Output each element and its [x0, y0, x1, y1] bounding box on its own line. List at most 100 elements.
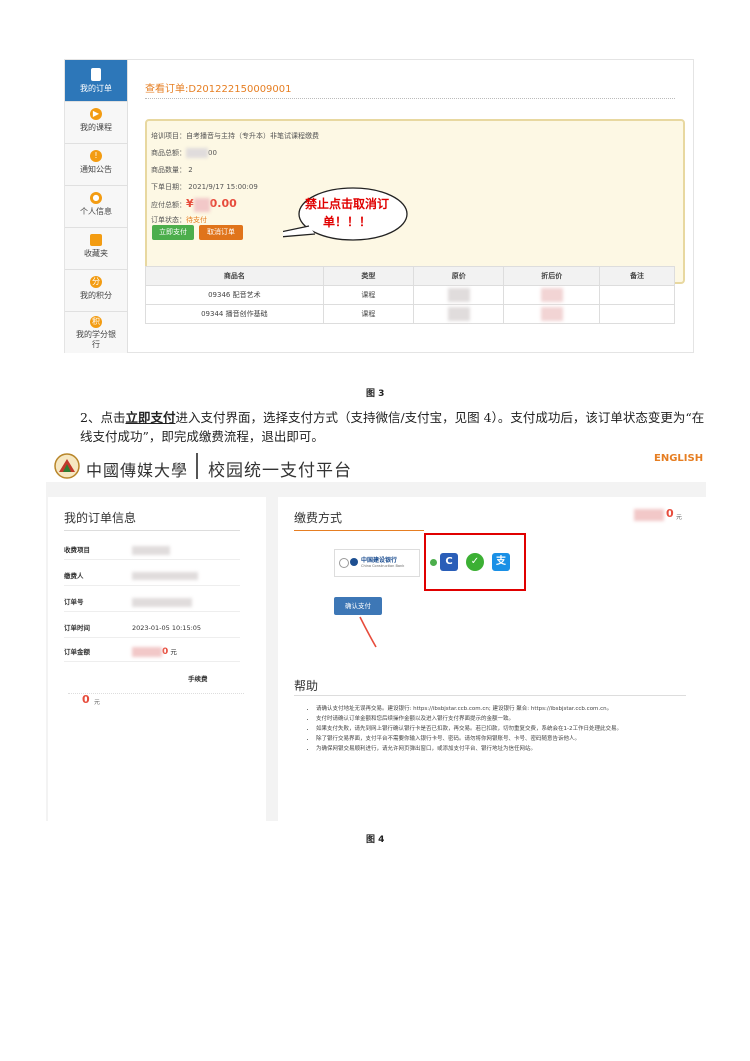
goods-total: 商品总额： 00: [151, 148, 217, 158]
instruction-paragraph: 2、点击立即支付进入支付界面，选择支付方式（支持微信/支付宝，见图 4）。支付成…: [80, 408, 710, 446]
redacted-value: [132, 545, 170, 555]
ccb-bank-option[interactable]: 中国建设银行 China Construction Bank: [334, 549, 420, 577]
sidebar-item-label: 我的积分: [80, 291, 112, 300]
arrow-pointer-icon: [359, 616, 377, 648]
help-title: 帮助: [294, 679, 319, 693]
ccb-logo-icon: [350, 558, 358, 566]
sidebar: 我的订单 ▶ 我的课程 ! 通知公告 ● 个人信息 收藏夹 分 我的积分 积 我…: [65, 60, 128, 353]
redacted-value: [186, 148, 208, 158]
payment-method-title: 缴费方式: [294, 511, 343, 525]
redacted-value: [540, 288, 563, 302]
order-title: 查看订单:D201222150009001: [145, 84, 292, 95]
row-label: 缴费人: [64, 572, 84, 580]
column-header: 类型: [322, 266, 415, 286]
cancel-order-button[interactable]: 取消订单: [199, 225, 243, 240]
cell-note: [598, 304, 676, 324]
cell-note: [598, 285, 676, 305]
column-header: 原价: [413, 266, 505, 286]
divider: [68, 693, 244, 694]
document-icon: [91, 68, 101, 81]
redacted-value: [193, 198, 210, 212]
paragraph-start: 2、点击: [80, 410, 126, 425]
sidebar-item-label: 我的学分银行: [76, 330, 116, 349]
warning-callout-text: 禁止点击取消订单！！！: [305, 197, 390, 229]
fee-unit: 元: [94, 699, 101, 706]
alert-circle-icon: !: [90, 150, 102, 162]
user-circle-icon: ●: [90, 192, 102, 204]
payment-header: 中國傳媒大學 校园统一支付平台 ENGLISH: [46, 449, 706, 482]
radio-icon: [339, 558, 349, 568]
figure-3-screenshot: 我的订单 ▶ 我的课程 ! 通知公告 ● 个人信息 收藏夹 分 我的积分 积 我…: [64, 59, 694, 353]
column-header: 备注: [598, 266, 676, 286]
cell-discount: [503, 304, 600, 324]
english-link[interactable]: ENGLISH: [654, 453, 703, 464]
sidebar-item-label: 个人信息: [80, 207, 112, 216]
table-header-row: 商品名 类型 原价 折后价 备注: [145, 266, 676, 286]
row-payer: 缴费人: [64, 567, 240, 586]
pay-now-button[interactable]: 立即支付: [152, 225, 194, 240]
divider: [145, 98, 675, 99]
pay-now-highlight: 立即支付: [125, 410, 176, 425]
help-list: 请确认支付地址无误再交易。建设银行: https://ibsbjstar.ccb…: [306, 705, 696, 755]
sidebar-item-profile[interactable]: ● 个人信息: [65, 186, 127, 228]
cell-price: [413, 285, 505, 305]
figure-4-caption: 图 4: [366, 835, 385, 845]
row-label: 订单号: [64, 598, 84, 606]
sidebar-item-credit-bank[interactable]: 积 我的学分银行: [65, 312, 127, 353]
cell-type: 课程: [322, 285, 415, 305]
sidebar-item-label: 通知公告: [80, 165, 112, 174]
row-fee-item: 收费项目: [64, 541, 240, 560]
bank-sub: China Construction Bank: [361, 564, 405, 568]
radio-selected-icon[interactable]: [430, 559, 437, 566]
sidebar-item-favorites[interactable]: 收藏夹: [65, 228, 127, 270]
payment-method-panel: 缴费方式 0 元 中国建设银行 China Construction Bank …: [278, 497, 706, 821]
cell-name: 09346 配音艺术: [145, 285, 324, 305]
row-order-amount: 订单金额 0 元: [64, 643, 240, 662]
order-status-value: 待支付: [186, 216, 207, 224]
amount-unit: 元: [676, 514, 683, 521]
credit-bank-icon: 积: [90, 316, 102, 328]
redacted-value: [447, 288, 470, 302]
divider: [294, 530, 424, 531]
header-divider: [196, 453, 198, 479]
folder-icon: [90, 234, 102, 246]
row-label: 收费项目: [64, 546, 90, 554]
redacted-value: [634, 509, 664, 521]
goods-table: 商品名 类型 原价 折后价 备注 09346 配音艺术 课程 09344 播音创…: [145, 266, 676, 324]
row-value: 2023-01-05 10:15:05: [132, 624, 202, 632]
redacted-value: [132, 647, 162, 657]
order-status-label: 订单状态：: [151, 216, 186, 224]
sidebar-item-label: 我的课程: [80, 123, 112, 132]
goods-quantity: 商品数量： 2: [151, 166, 193, 174]
alipay-icon[interactable]: 支: [492, 553, 510, 571]
sidebar-item-points[interactable]: 分 我的积分: [65, 270, 127, 312]
row-unit: 元: [170, 648, 177, 656]
order-info-title: 我的订单信息: [64, 511, 137, 525]
divider: [294, 695, 686, 696]
redacted-value: [540, 307, 563, 321]
cell-type: 课程: [322, 304, 415, 324]
help-item: 除了银行交易界面，支付平台不需要你输入银行卡号、密码。请勿将你网银账号、卡号、密…: [316, 735, 696, 744]
platform-name: 校园统一支付平台: [208, 461, 352, 481]
unionpay-icon[interactable]: C: [440, 553, 458, 571]
confirm-pay-button[interactable]: 确认支付: [334, 597, 382, 615]
wechat-pay-icon[interactable]: ✓: [466, 553, 484, 571]
cell-discount: [503, 285, 600, 305]
help-item: 如果支付失败，请先到网上银行确认银行卡是否已扣款，再交易。若已扣款，切勿重复交费…: [316, 725, 696, 734]
sidebar-item-my-orders[interactable]: 我的订单: [65, 60, 127, 102]
row-label: 订单金额: [64, 648, 90, 656]
order-detail-box: 培训项目：自考播音与主持（专升本）非笔试课程缴费 商品总额： 00 商品数量： 2…: [145, 119, 685, 284]
column-header: 商品名: [145, 266, 324, 286]
figure-4-screenshot: 中國傳媒大學 校园统一支付平台 ENGLISH 我的订单信息 收费项目 缴费人 …: [46, 449, 706, 821]
column-header: 折后价: [503, 266, 600, 286]
bank-name: 中国建设银行: [361, 557, 398, 564]
sidebar-item-notices[interactable]: ! 通知公告: [65, 144, 127, 186]
help-item: 请确认支付地址无误再交易。建设银行: https://ibsbjstar.ccb…: [316, 705, 696, 714]
amount-tail: 0: [666, 507, 674, 520]
training-project: 培训项目：自考播音与主持（专升本）非笔试课程缴费: [151, 132, 319, 140]
school-name: 中國傳媒大學: [86, 461, 189, 480]
divider: [64, 530, 240, 531]
sidebar-item-my-courses[interactable]: ▶ 我的课程: [65, 102, 127, 144]
goods-total-label: 商品总额：: [151, 149, 186, 157]
redacted-value: [447, 307, 470, 321]
